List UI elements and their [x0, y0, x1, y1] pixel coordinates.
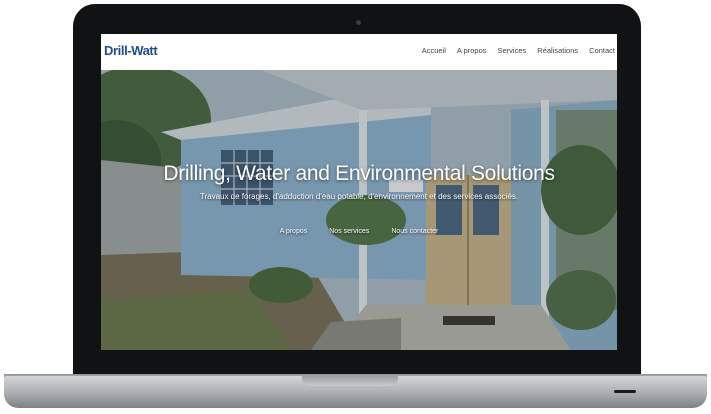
nav-menu: Accueil A propos Services Réalisations C… [422, 46, 615, 55]
laptop-opening-notch [302, 376, 398, 386]
hero-subtitle: Travaux de forages, d'adduction d'eau po… [199, 192, 519, 201]
nav-link-accueil[interactable]: Accueil [422, 46, 446, 55]
hero-section: Drilling, Water and Environmental Soluti… [101, 70, 617, 350]
navbar: Drill-Watt Accueil A propos Services Réa… [101, 34, 617, 71]
nav-link-contact[interactable]: Contact [589, 46, 615, 55]
nav-link-realisations[interactable]: Réalisations [537, 46, 578, 55]
about-button[interactable]: A propos [276, 225, 312, 238]
services-button[interactable]: Nos services [325, 225, 373, 238]
brand-logo[interactable]: Drill-Watt [104, 43, 158, 58]
nav-link-a-propos[interactable]: A propos [457, 46, 487, 55]
status-led-icon [614, 390, 636, 393]
laptop-screen: Drill-Watt Accueil A propos Services Réa… [101, 34, 617, 350]
hero-buttons: A propos Nos services Nous contacter [101, 225, 617, 238]
nav-link-services[interactable]: Services [498, 46, 527, 55]
contact-button[interactable]: Nous contacter [387, 225, 442, 238]
hero-overlay [101, 70, 617, 350]
webcam-icon [356, 20, 361, 25]
hero-title: Drilling, Water and Environmental Soluti… [163, 162, 555, 185]
